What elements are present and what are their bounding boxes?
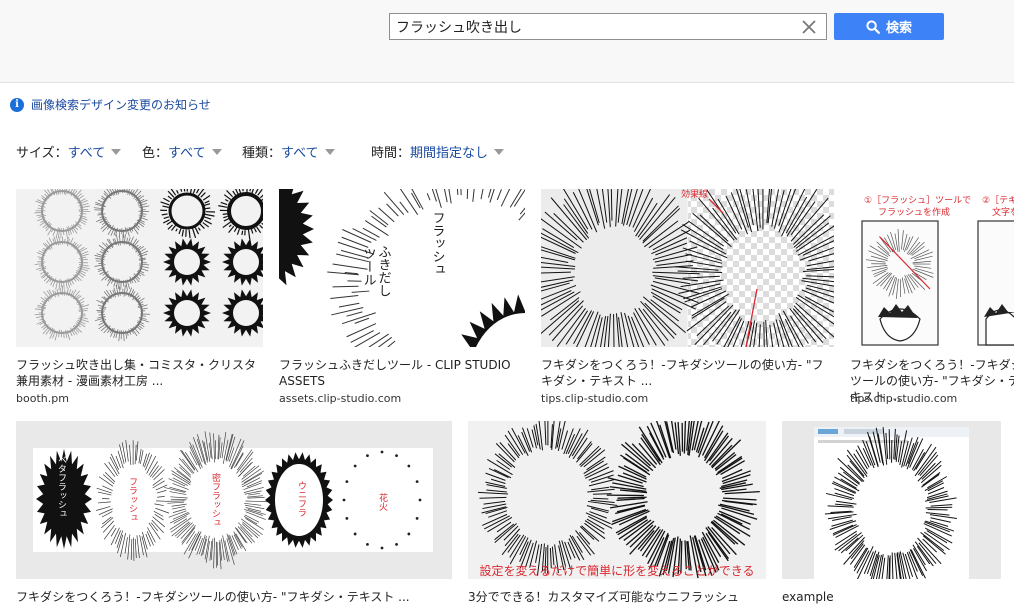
filter-type-value: すべて [281, 146, 319, 161]
result-title[interactable]: フラッシュ吹き出し集・コミスタ・クリスタ兼用素材 - 漫画素材工房 ... [16, 357, 263, 389]
result-tile[interactable]: example [782, 421, 1001, 606]
filter-size[interactable]: サイズ： すべて [16, 142, 122, 161]
filter-color[interactable]: 色： すべて [142, 142, 222, 161]
search-box [389, 13, 827, 40]
search-icon [866, 19, 880, 34]
result-thumbnail[interactable]: 設定を変えるだけで簡単に形を変えることができる [468, 421, 766, 579]
result-thumbnail[interactable]: ①［フラッシュ］ツールで フラッシュを作成 ②［テキ 文字を打 [850, 189, 1014, 347]
thumb-caption: ふきだし [376, 245, 392, 297]
filter-size-label: サイズ： [16, 146, 68, 161]
filter-time-label: 時間： [371, 146, 411, 161]
result-source: assets.clip-studio.com [279, 392, 402, 405]
result-tile[interactable]: ベタフラッシュ フラッシュ 密フラッシュ ウニフラ 花火 フキダシをつくろう！-… [16, 421, 452, 606]
clear-search-icon[interactable] [800, 18, 818, 36]
thumb-caption: ②［テキ [982, 195, 1014, 206]
thumb-caption: 花火 [377, 492, 388, 511]
result-title[interactable]: フキダシをつくろう！-フキダシツールの使い方- "フキダシ・テキスト ... [16, 589, 452, 605]
result-tile[interactable]: ①［フラッシュ］ツールで フラッシュを作成 ②［テキ 文字を打 フキダシをつくろ… [850, 189, 1014, 409]
thumb-caption: 密フラッシュ [210, 472, 221, 527]
result-tile[interactable]: フラッシュ ふきだし ツール フラッシュふきだしツール - CLIP STUDI… [279, 189, 525, 409]
result-title[interactable]: example [782, 589, 1001, 605]
search-header: 検索 [0, 0, 1014, 83]
search-button-label: 検索 [885, 21, 912, 36]
info-icon: i [10, 97, 24, 112]
thumb-caption: 効果線 [681, 189, 708, 200]
filter-color-label: 色： [142, 146, 169, 161]
thumb-caption: フラッシュを作成 [878, 206, 950, 218]
filter-color-value: すべて [168, 146, 206, 161]
result-title[interactable]: 3分でできる！カスタマイズ可能なウニフラッシュ [468, 589, 766, 605]
thumb-caption: 文字を打 [992, 206, 1014, 218]
result-tile[interactable]: 設定を変えるだけで簡単に形を変えることができる 3分でできる！カスタマイズ可能な… [468, 421, 766, 606]
filter-size-value: すべて [67, 146, 106, 161]
thumb-caption: フラッシュ [127, 477, 137, 522]
thumb-caption: 設定を変えるだけで簡単に形を変えることができる [479, 563, 754, 578]
result-title[interactable]: フラッシュふきだしツール - CLIP STUDIO ASSETS [279, 357, 525, 389]
result-tile[interactable]: フラッシュ吹き出し集・コミスタ・クリスタ兼用素材 - 漫画素材工房 ... bo… [16, 189, 263, 409]
notice-link[interactable]: 画像検索デザイン変更のお知らせ [31, 96, 211, 113]
dropdown-arrow-icon [324, 148, 335, 155]
thumb-caption: ツール [361, 247, 376, 286]
search-button[interactable]: 検索 [834, 13, 944, 40]
result-thumbnail[interactable] [782, 421, 1001, 579]
filter-type-label: 種類： [242, 146, 282, 161]
thumb-caption: ウニフラ [296, 481, 307, 517]
thumb-caption: フラッシュ [430, 211, 445, 276]
filter-time-value: 期間指定なし [410, 146, 489, 161]
filter-type[interactable]: 種類： すべて [242, 142, 335, 161]
result-title[interactable]: フキダシをつくろう！-フキダシツールの使い方- "フキダシ・テキスト ... [541, 357, 834, 389]
thumb-caption: ①［フラッシュ］ツールで [864, 195, 971, 206]
result-tile[interactable]: 効果線 フキダシをつくろう！-フキダシツールの使い方- "フキダシ・テキスト .… [541, 189, 834, 409]
result-source: tips.clip-studio.com [850, 392, 958, 405]
search-input[interactable] [396, 16, 791, 37]
filter-time[interactable]: 時間： 期間指定なし [371, 142, 505, 161]
result-thumbnail[interactable] [16, 189, 263, 347]
result-source: booth.pm [16, 392, 69, 405]
result-thumbnail[interactable]: 効果線 [541, 189, 834, 347]
dropdown-arrow-icon [494, 148, 505, 155]
result-source: tips.clip-studio.com [541, 392, 649, 405]
result-thumbnail[interactable]: ベタフラッシュ フラッシュ 密フラッシュ ウニフラ 花火 [16, 421, 452, 579]
thumb-caption: ベタフラッシュ [56, 455, 67, 518]
dropdown-arrow-icon [111, 148, 122, 155]
dropdown-arrow-icon [211, 148, 222, 155]
result-thumbnail[interactable]: フラッシュ ふきだし ツール [279, 189, 525, 347]
design-change-notice[interactable]: i 画像検索デザイン変更のお知らせ [10, 96, 211, 113]
